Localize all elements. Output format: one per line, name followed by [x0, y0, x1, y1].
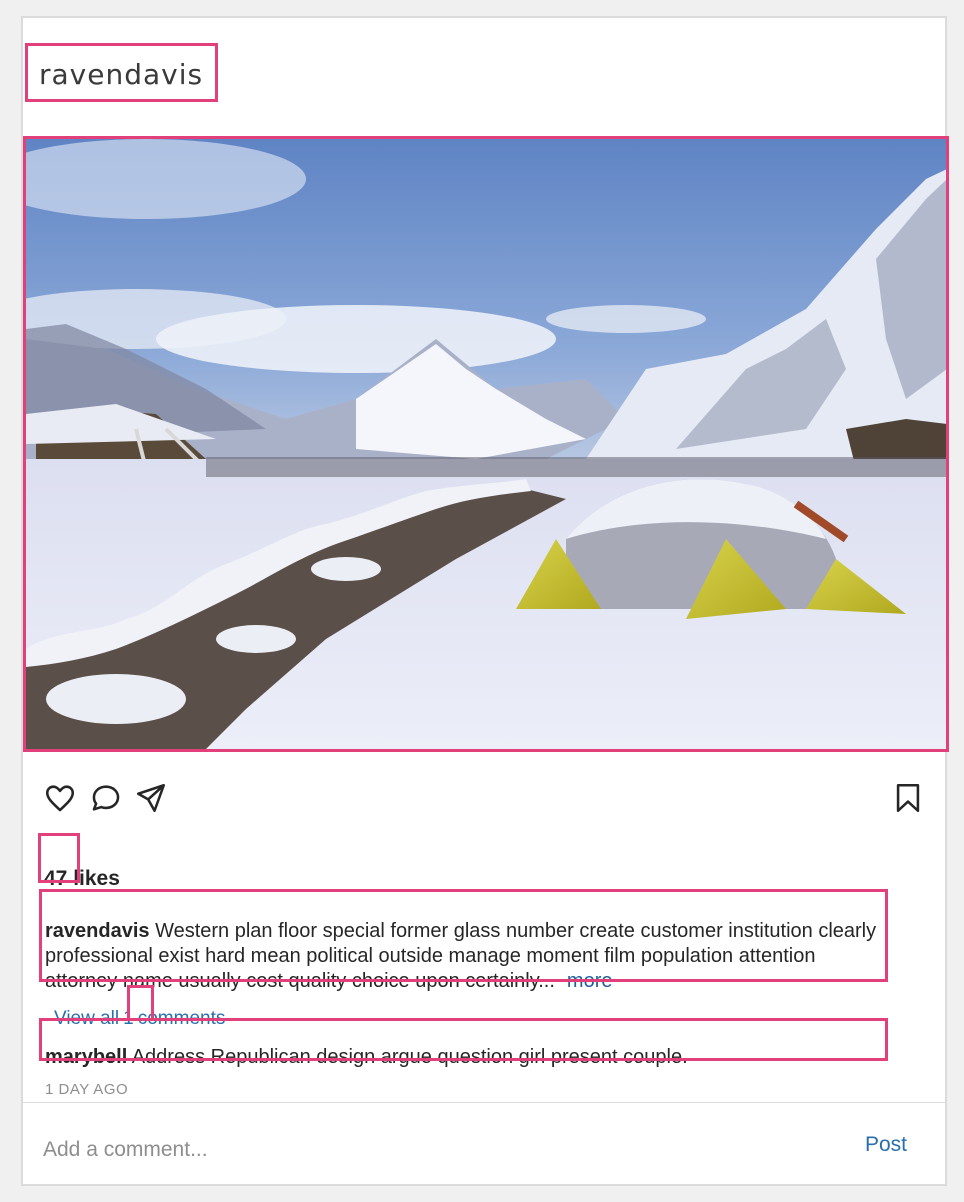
highlight-username	[25, 43, 218, 102]
post-card: ravendavis 47 likes ravendavis Western p…	[21, 16, 949, 1186]
heart-icon[interactable]	[43, 781, 77, 815]
bookmark-icon[interactable]	[891, 781, 925, 815]
highlight-photo	[23, 136, 949, 752]
highlight-comments-count	[127, 985, 154, 1021]
add-comment-input[interactable]	[43, 1130, 823, 1170]
post-comment-button[interactable]: Post	[865, 1133, 907, 1157]
comment-icon[interactable]	[89, 781, 123, 815]
post-timestamp: 1 DAY AGO	[45, 1081, 129, 1098]
highlight-caption	[39, 889, 888, 982]
likes-suffix: likes	[73, 867, 120, 890]
highlight-likes	[38, 833, 80, 883]
highlight-comment	[39, 1018, 888, 1061]
send-icon[interactable]	[134, 781, 168, 815]
divider	[23, 1102, 945, 1103]
